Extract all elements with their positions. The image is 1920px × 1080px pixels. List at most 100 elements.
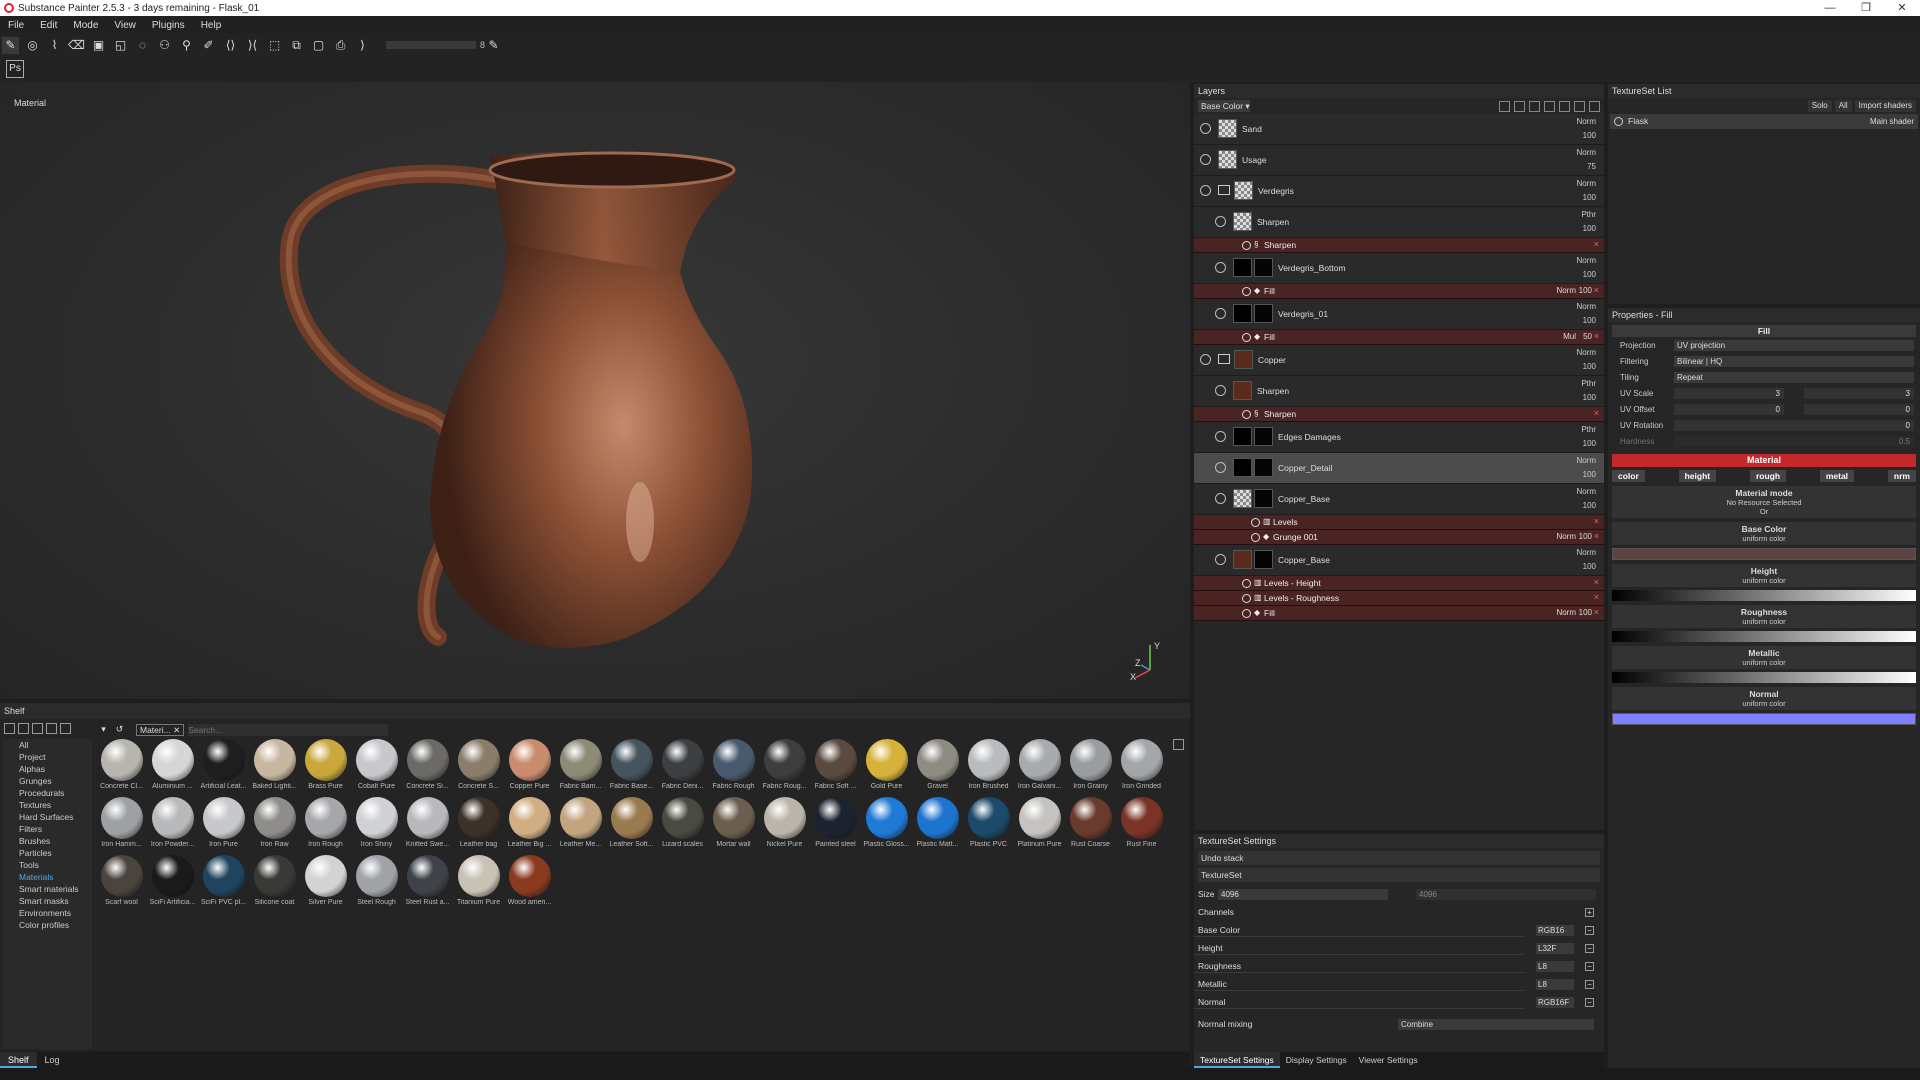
visibility-eye-icon[interactable] (1242, 410, 1251, 419)
layer-row[interactable]: Edges Damages Pthr 100 (1194, 422, 1604, 453)
shelf-category-item[interactable]: Brushes (2, 835, 92, 847)
screenshot-icon[interactable]: ⎙ (332, 37, 349, 54)
material-preset[interactable]: Fabric Bam... (555, 737, 606, 795)
visibility-eye-icon[interactable] (1200, 123, 1211, 134)
channel-format-dropdown[interactable]: L8 (1536, 960, 1574, 972)
toggle-height[interactable]: height (1678, 470, 1717, 482)
layer-group-row[interactable]: Verdegris Norm 100 (1194, 176, 1604, 207)
channel-name-field[interactable] (1194, 941, 1524, 955)
layer-blend-mode[interactable]: Norm (1576, 179, 1596, 188)
material-preset[interactable]: Iron Rough (300, 795, 351, 853)
folder-icon[interactable] (1218, 185, 1230, 195)
visibility-eye-icon[interactable] (1242, 287, 1251, 296)
layer-opacity[interactable]: 100 (1583, 131, 1596, 140)
material-picker-icon[interactable]: ⚲ (178, 37, 195, 54)
layer-content-thumbnail[interactable] (1233, 427, 1252, 446)
add-group-icon[interactable] (1559, 100, 1570, 112)
material-preset[interactable]: Leather bag (453, 795, 504, 853)
layer-row[interactable]: Verdegris_01 Norm 100 (1194, 299, 1604, 330)
layer-row[interactable]: Copper_Base Norm 100 (1194, 545, 1604, 576)
material-preset[interactable]: Platinum Pure (1014, 795, 1065, 853)
layer-name[interactable]: Verdegris_01 (1278, 309, 1328, 319)
layer-opacity[interactable]: 100 (1583, 470, 1596, 479)
toggle-color[interactable]: color (1612, 470, 1645, 482)
add-channel-icon[interactable]: + (1585, 907, 1594, 917)
filter-tag[interactable]: Materi... ✕ (136, 723, 185, 736)
material-preset[interactable]: Fabric Rough (708, 737, 759, 795)
layer-row[interactable]: Sand Norm 100 (1194, 114, 1604, 145)
polygon-fill-icon[interactable]: ◱ (112, 37, 129, 54)
channel-name-field[interactable] (1194, 995, 1524, 1009)
visibility-eye-icon[interactable] (1200, 354, 1211, 365)
layer-content-thumbnail[interactable] (1233, 489, 1252, 508)
layer-blend-mode[interactable]: Pthr (1581, 379, 1596, 388)
visibility-eye-icon[interactable] (1242, 579, 1251, 588)
maximize-button[interactable]: ❐ (1848, 0, 1884, 16)
channel-value-slider[interactable] (1612, 672, 1916, 683)
menu-help[interactable]: Help (193, 20, 230, 31)
brush-tool-icon[interactable]: ⌇ (46, 37, 63, 54)
material-preset[interactable]: Lizard scales (657, 795, 708, 853)
visibility-eye-icon[interactable] (1251, 533, 1260, 542)
material-preset[interactable]: Iron Galvani... (1014, 737, 1065, 795)
import-shaders-button[interactable]: Import shaders (1854, 100, 1916, 112)
effect-blend[interactable]: Norm (1556, 286, 1576, 295)
layer-effect-row[interactable]: Sharpen × § (1194, 407, 1604, 422)
material-preset[interactable]: Iron Pure (198, 795, 249, 853)
channel-name-field[interactable] (1194, 923, 1524, 937)
reset-filter-icon[interactable]: ↺ (114, 724, 125, 735)
effect-blend[interactable]: Norm (1556, 532, 1576, 541)
add-mask-icon[interactable] (1499, 100, 1510, 112)
layer-effect-row[interactable]: Fill Mul 50 × ◆ (1194, 330, 1604, 345)
material-preset[interactable]: Silicone coat (249, 853, 300, 911)
channel-format-dropdown[interactable]: RGB16F (1536, 996, 1574, 1008)
material-preset[interactable]: Iron Raw (249, 795, 300, 853)
size-dropdown[interactable]: 4096 (1218, 888, 1388, 900)
visibility-eye-icon[interactable] (1215, 216, 1226, 227)
visibility-eye-icon[interactable] (1215, 385, 1226, 396)
effect-opacity[interactable]: 100 (1579, 608, 1592, 617)
channel-color-swatch[interactable] (1612, 548, 1916, 560)
layer-thumbnail[interactable] (1218, 119, 1237, 138)
layer-effect-row[interactable]: Grunge 001 Norm 100 × ◆ (1194, 530, 1604, 545)
clone-tool-icon[interactable]: ⚇ (156, 37, 173, 54)
layer-name[interactable]: Copper_Base (1278, 555, 1330, 565)
shelf-category-item[interactable]: Color profiles (2, 919, 92, 931)
uv-scale-slider[interactable]: 3 (1674, 387, 1784, 399)
fill-section-header[interactable]: Fill (1612, 325, 1916, 337)
material-preset[interactable]: Concrete S... (453, 737, 504, 795)
layer-name[interactable]: Sand (1242, 124, 1262, 134)
layer-name[interactable]: Copper_Detail (1278, 463, 1332, 473)
layer-effect-row[interactable]: Fill Norm 100 × ◆ (1194, 284, 1604, 299)
tab-display-settings[interactable]: Display Settings (1280, 1052, 1353, 1068)
3d-viewport[interactable]: Material Y Z X (0, 82, 1190, 699)
symmetry-mirror-icon[interactable]: ⟩⟨ (244, 37, 261, 54)
material-preset[interactable]: Cobalt Pure (351, 737, 402, 795)
material-preset[interactable]: Plastic Matt... (912, 795, 963, 853)
menu-plugins[interactable]: Plugins (144, 20, 193, 31)
color-picker-icon[interactable]: ✐ (200, 37, 217, 54)
folder-icon[interactable] (1218, 354, 1230, 364)
material-preset[interactable]: Concrete Si... (402, 737, 453, 795)
layer-opacity[interactable]: 100 (1583, 193, 1596, 202)
photoshop-export-button[interactable]: Ps (6, 60, 24, 78)
effect-opacity[interactable]: 50 (1583, 332, 1592, 341)
effect-blend[interactable]: Norm (1556, 608, 1576, 617)
shelf-category-item[interactable]: All (2, 739, 92, 751)
effect-opacity[interactable]: 100 (1579, 286, 1592, 295)
channel-format-dropdown[interactable]: RGB16 (1536, 924, 1574, 936)
toggle-metal[interactable]: metal (1819, 470, 1855, 482)
material-preset[interactable]: Brass Pure (300, 737, 351, 795)
layer-opacity[interactable]: 100 (1583, 362, 1596, 371)
remove-effect-icon[interactable]: × (1594, 577, 1599, 587)
solo-button[interactable]: Solo (1807, 100, 1832, 112)
shelf-category-item[interactable]: Grunges (2, 775, 92, 787)
shelf-category-item[interactable]: Smart materials (2, 883, 92, 895)
export-icon[interactable] (60, 723, 71, 734)
layer-effect-row[interactable]: Fill Norm 100 × ◆ (1194, 606, 1604, 621)
visibility-eye-icon[interactable] (1215, 462, 1226, 473)
visibility-eye-icon[interactable] (1215, 554, 1226, 565)
camera-icon[interactable]: ⬚ (266, 37, 283, 54)
layer-effect-row[interactable]: Sharpen × § (1194, 238, 1604, 253)
textureset-section[interactable]: TextureSet (1198, 868, 1600, 882)
